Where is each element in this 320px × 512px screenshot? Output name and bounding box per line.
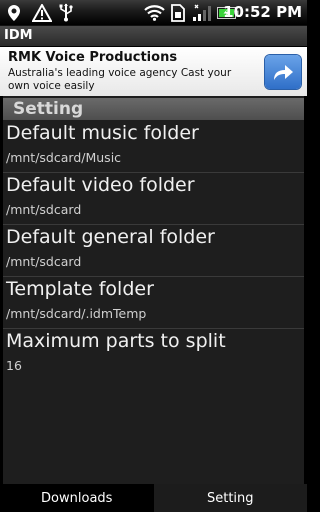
pref-template-folder[interactable]: Template folder /mnt/sdcard/.idmTemp — [3, 277, 304, 329]
settings-section-header: Setting — [3, 98, 304, 120]
pref-title: Default general folder — [6, 226, 215, 248]
pref-title: Maximum parts to split — [6, 330, 226, 352]
forward-arrow-icon — [274, 65, 293, 80]
warning-icon — [31, 2, 53, 23]
ad-open-button[interactable] — [265, 55, 301, 89]
wifi-icon — [143, 2, 165, 23]
sim-card-icon — [170, 2, 186, 23]
pref-value: /mnt/sdcard/Music — [6, 150, 122, 165]
ad-banner[interactable]: RMK Voice Productions Australia's leadin… — [0, 47, 307, 96]
ad-title: RMK Voice Productions — [8, 50, 178, 65]
usb-icon — [58, 2, 74, 23]
bottom-tab-bar: Downloads Setting — [0, 484, 307, 512]
status-clock: 10:52 PM — [223, 3, 302, 21]
settings-panel: Setting Default music folder /mnt/sdcard… — [3, 96, 304, 484]
pref-value: /mnt/sdcard — [6, 254, 82, 269]
pref-title: Default video folder — [6, 174, 195, 196]
settings-content: Setting Default music folder /mnt/sdcard… — [0, 96, 307, 484]
location-pin-icon — [6, 2, 22, 23]
status-bar: 10:52 PM — [0, 0, 307, 26]
pref-value: 16 — [6, 358, 22, 373]
pref-default-general-folder[interactable]: Default general folder /mnt/sdcard — [3, 225, 304, 277]
tab-setting[interactable]: Setting — [153, 484, 307, 512]
pref-title: Template folder — [6, 278, 154, 300]
tab-downloads[interactable]: Downloads — [0, 484, 154, 512]
signal-icon — [191, 2, 213, 23]
pref-default-video-folder[interactable]: Default video folder /mnt/sdcard — [3, 173, 304, 225]
pref-value: /mnt/sdcard — [6, 202, 82, 217]
app-title-bar: IDM — [0, 26, 307, 47]
pref-title: Default music folder — [6, 122, 199, 144]
pref-default-music-folder[interactable]: Default music folder /mnt/sdcard/Music — [3, 121, 304, 173]
app-title: IDM — [4, 28, 33, 43]
pref-value: /mnt/sdcard/.idmTemp — [6, 306, 147, 321]
ad-description: Australia's leading voice agency Cast yo… — [8, 67, 232, 92]
pref-maximum-parts-to-split[interactable]: Maximum parts to split 16 — [3, 329, 304, 380]
settings-section-title: Setting — [13, 99, 84, 119]
